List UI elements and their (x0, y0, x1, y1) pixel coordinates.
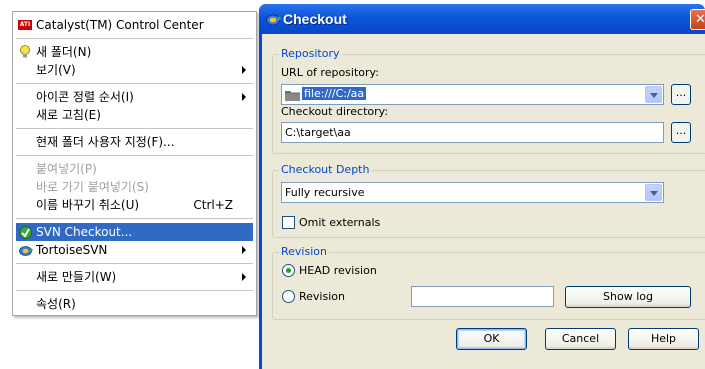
revision-group-title: Revision (279, 245, 329, 258)
omit-externals-label[interactable]: Omit externals (299, 216, 380, 229)
menu-separator (16, 218, 253, 219)
chevron-down-icon[interactable] (645, 86, 662, 103)
checkout-dialog: Checkout ✕ Repository URL of repository:… (259, 4, 705, 369)
ati-icon: ATI (18, 20, 32, 30)
checkout-dir-input[interactable]: C:\target\aa (281, 122, 664, 143)
tortoise-icon (266, 14, 281, 26)
omit-externals-checkbox[interactable] (282, 216, 295, 229)
submenu-arrow-icon (242, 246, 246, 254)
url-combobox[interactable]: file:///C:/aa (281, 84, 664, 105)
checkout-depth-group: Checkout Depth Fully recursive Omit exte… (272, 163, 705, 238)
menu-item-new-folder[interactable]: 새 폴더(N) (16, 43, 253, 61)
submenu-arrow-icon (242, 93, 246, 101)
help-button[interactable]: Help (628, 328, 699, 350)
menu-item-paste[interactable]: 붙여넣기(P) (16, 160, 253, 178)
revision-label[interactable]: Revision (299, 290, 345, 303)
depth-combobox[interactable]: Fully recursive (281, 182, 664, 203)
cancel-button[interactable]: Cancel (545, 328, 616, 350)
menu-separator (16, 155, 253, 156)
url-value: file:///C:/aa (302, 87, 367, 100)
submenu-arrow-icon (242, 273, 246, 281)
menu-item-paste-shortcut[interactable]: 바로 가기 붙여넣기(S) (16, 178, 253, 196)
revision-input[interactable] (411, 286, 554, 307)
url-browse-button[interactable]: ... (671, 84, 691, 105)
submenu-arrow-icon (242, 66, 246, 74)
checkout-depth-group-title: Checkout Depth (279, 163, 372, 176)
menu-item-refresh[interactable]: 새로 고침(E) (16, 106, 253, 124)
head-revision-label[interactable]: HEAD revision (299, 264, 377, 277)
depth-value: Fully recursive (285, 186, 365, 199)
menu-item-undo-rename[interactable]: 이름 바꾸기 취소(U) Ctrl+Z (16, 196, 253, 214)
menu-separator (16, 38, 253, 39)
revision-group: Revision HEAD revision Revision Show log (272, 245, 705, 320)
folder-icon (285, 91, 300, 101)
menu-item-catalyst[interactable]: ATI Catalyst(TM) Control Center (16, 16, 253, 34)
menu-item-properties[interactable]: 속성(R) (16, 295, 253, 313)
ok-button[interactable]: OK (456, 328, 527, 350)
dialog-title: Checkout (283, 11, 347, 27)
dialog-titlebar[interactable]: Checkout ✕ (259, 4, 705, 34)
repository-group: Repository URL of repository: file:///C:… (272, 47, 705, 154)
head-revision-radio[interactable] (282, 264, 295, 277)
checkout-dir-label: Checkout directory: (281, 105, 389, 118)
menu-item-tortoisesvn[interactable]: TortoiseSVN (16, 241, 253, 259)
close-button[interactable]: ✕ (690, 9, 705, 30)
menu-separator (16, 128, 253, 129)
context-menu: ATI Catalyst(TM) Control Center 새 폴더(N) … (12, 11, 257, 316)
show-log-button[interactable]: Show log (565, 286, 691, 308)
menu-item-arrange-icons[interactable]: 아이콘 정렬 순서(I) (16, 88, 253, 106)
dir-browse-button[interactable]: ... (671, 122, 691, 143)
lightbulb-icon (20, 45, 30, 58)
url-label: URL of repository: (281, 66, 379, 79)
menu-separator (16, 290, 253, 291)
shortcut-label: Ctrl+Z (193, 198, 233, 212)
menu-separator (16, 263, 253, 264)
chevron-down-icon[interactable] (645, 184, 662, 201)
menu-separator (16, 83, 253, 84)
tortoise-icon (19, 246, 33, 256)
svn-checkout-icon (19, 226, 32, 239)
menu-item-customize-folder[interactable]: 현재 폴더 사용자 지정(F)... (16, 133, 253, 151)
menu-item-svn-checkout[interactable]: SVN Checkout... (16, 223, 253, 241)
revision-radio[interactable] (282, 290, 295, 303)
menu-item-new[interactable]: 새로 만들기(W) (16, 268, 253, 286)
menu-item-view[interactable]: 보기(V) (16, 61, 253, 79)
dialog-body: Repository URL of repository: file:///C:… (262, 34, 705, 369)
repository-group-title: Repository (279, 47, 342, 60)
checkout-dir-value: C:\target\aa (285, 126, 351, 139)
